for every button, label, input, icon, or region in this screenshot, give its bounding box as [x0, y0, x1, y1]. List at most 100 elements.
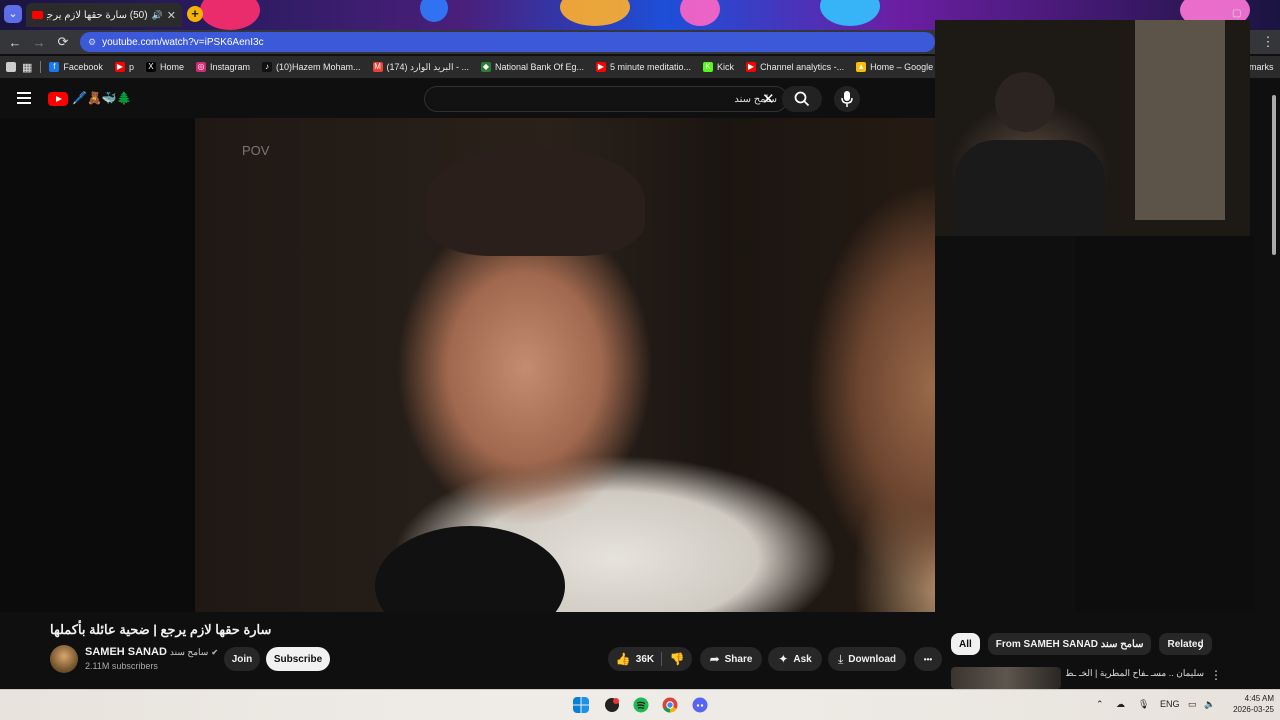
- chip-all[interactable]: All: [951, 633, 980, 655]
- taskbar-clock[interactable]: 4:45 AM 2026-03-25: [1224, 693, 1274, 715]
- search-button[interactable]: [782, 86, 822, 112]
- new-tab-button[interactable]: +: [187, 6, 203, 22]
- thumbs-up-icon: 👍: [615, 652, 631, 666]
- bookmark-item[interactable]: ◎ Instagram: [195, 62, 250, 72]
- divider: [40, 61, 42, 73]
- tray-overflow-icon[interactable]: ⌃: [1096, 699, 1104, 710]
- all-bookmarks-label[interactable]: marks: [1249, 62, 1274, 72]
- download-icon: ⤓: [837, 651, 844, 666]
- verified-icon: ✔: [211, 648, 219, 657]
- network-icon[interactable]: ☁: [1116, 699, 1125, 710]
- reload-button[interactable]: ⟳: [51, 34, 75, 50]
- url-text: youtube.com/watch?v=iPSK6AenI3c: [102, 36, 264, 48]
- bookmark-label: Channel analytics -...: [760, 62, 845, 72]
- bookmark-favicon-icon: ▶: [114, 62, 125, 72]
- start-menu-icon[interactable]: [573, 697, 589, 713]
- chip-related[interactable]: Related: [1159, 633, 1212, 655]
- voice-search-button[interactable]: [834, 86, 860, 112]
- forward-button[interactable]: →: [27, 35, 51, 50]
- back-button[interactable]: ←: [3, 35, 27, 50]
- volume-icon[interactable]: 🔈: [1204, 699, 1215, 710]
- bookmark-item[interactable]: ▶ Channel analytics -...: [746, 62, 844, 72]
- bookmark-label: Facebook: [63, 62, 103, 72]
- bookmark-favicon-icon: ▶: [746, 62, 757, 72]
- channel-name-arabic: سامح سند: [169, 647, 209, 657]
- more-actions-button[interactable]: •••: [914, 647, 942, 671]
- search-input[interactable]: سامح سند: [424, 86, 788, 112]
- active-tab[interactable]: (50) سارة حقها لازم يرجع | ضـ 🔊 ✕: [26, 3, 182, 27]
- bookmark-item[interactable]: M (174) البريد الوارد - ...: [372, 62, 469, 73]
- clock-date: 2026-03-25: [1233, 705, 1274, 714]
- filter-chips: All From SAMEH SANAD سامح سند Related: [951, 633, 1212, 655]
- bookmark-item[interactable]: X Home: [145, 62, 184, 72]
- display-icon[interactable]: ▭: [1188, 699, 1197, 710]
- share-label: Share: [724, 653, 753, 665]
- bookmark-favicon-icon: ▲: [856, 62, 867, 72]
- webcam-overlay: [935, 20, 1250, 236]
- chrome-icon[interactable]: [662, 697, 678, 713]
- tab-title: (50) سارة حقها لازم يرجع | ضـ: [47, 9, 148, 21]
- tab-close-icon[interactable]: ✕: [167, 9, 176, 22]
- microphone-tray-icon[interactable]: 🎙: [1138, 699, 1149, 710]
- subscribe-button[interactable]: Subscribe: [266, 647, 330, 671]
- download-button[interactable]: ⤓ Download: [828, 647, 906, 671]
- recommendation-title[interactable]: سليمان .. مسـ ـفاح المطرية | الخـ ـطر قا…: [1066, 668, 1204, 679]
- video-figure: [425, 146, 645, 256]
- clock-time: 4:45 AM: [1244, 694, 1274, 703]
- like-button[interactable]: 👍 36K: [608, 647, 662, 671]
- bookmark-label: p: [128, 62, 134, 72]
- channel-avatar[interactable]: [50, 645, 78, 673]
- ask-label: Ask: [793, 653, 812, 665]
- bookmark-item[interactable]: ▶ p: [114, 62, 134, 72]
- chip-from-channel[interactable]: From SAMEH SANAD سامح سند: [987, 633, 1152, 655]
- side-panel-icon[interactable]: [6, 62, 16, 72]
- tab-audio-icon[interactable]: 🔊: [152, 10, 163, 21]
- language-indicator[interactable]: ENG: [1160, 699, 1180, 709]
- dislike-button[interactable]: 👎: [662, 647, 692, 671]
- menu-icon[interactable]: [17, 92, 31, 107]
- webcam-door: [1135, 20, 1225, 220]
- wallpaper-blob: [200, 0, 260, 30]
- chevron-right-icon[interactable]: ›: [1198, 638, 1203, 654]
- youtube-logo-icon[interactable]: [48, 92, 68, 106]
- share-button[interactable]: ➦ Share: [700, 647, 762, 671]
- share-icon: ➦: [709, 652, 720, 666]
- bookmark-favicon-icon: ◆: [480, 62, 491, 72]
- app-icon[interactable]: [604, 697, 620, 713]
- bookmark-label: 5 minute meditatio...: [610, 62, 692, 72]
- browser-menu-icon[interactable]: ⋮: [1256, 34, 1280, 50]
- apps-grid-icon[interactable]: ▦: [22, 61, 32, 74]
- wallpaper-blob: [820, 0, 880, 26]
- bookmark-item[interactable]: f Facebook: [49, 62, 103, 72]
- wallpaper-blob: [420, 0, 448, 22]
- join-button[interactable]: Join: [224, 647, 260, 671]
- webcam-person-shirt: [955, 140, 1105, 236]
- channel-name[interactable]: SAMEH SANAD سامح سند ✔: [85, 646, 218, 658]
- microphone-icon: [841, 91, 853, 107]
- search-clear-icon[interactable]: ✕: [762, 90, 775, 108]
- bookmark-favicon-icon: M: [372, 62, 383, 72]
- discord-icon[interactable]: [692, 697, 708, 713]
- address-bar[interactable]: ⚙ youtube.com/watch?v=iPSK6AenI3c: [80, 32, 935, 52]
- windows-taskbar: ⌃ ☁ 🎙 ENG ▭ 🔈: [0, 689, 1280, 720]
- tab-search-button[interactable]: ⌄: [4, 5, 22, 23]
- page-scrollbar-thumb[interactable]: [1272, 95, 1276, 255]
- maximize-icon[interactable]: ▢: [1232, 8, 1241, 19]
- spotify-icon[interactable]: [633, 697, 649, 713]
- logo-doodle[interactable]: 🖊️🧸🐳🌲: [72, 91, 132, 105]
- sparkle-icon: ✦: [778, 652, 789, 666]
- site-info-icon[interactable]: ⚙: [88, 37, 96, 48]
- bookmark-favicon-icon: ♪: [262, 62, 272, 72]
- bookmark-item[interactable]: ▶ 5 minute meditatio...: [596, 62, 691, 72]
- bookmark-item[interactable]: K Kick: [703, 62, 734, 72]
- video-player[interactable]: POV: [0, 118, 935, 612]
- bookmark-favicon-icon: f: [49, 62, 60, 72]
- bookmark-item[interactable]: ◆ National Bank Of Eg...: [480, 62, 584, 72]
- recommendation-thumbnail[interactable]: [951, 667, 1061, 689]
- bookmark-item[interactable]: ♪ (10)Hazem Moham...: [262, 62, 361, 72]
- bookmark-label: (10)Hazem Moham...: [276, 62, 361, 72]
- recommendation-menu-icon[interactable]: ⋮: [1210, 668, 1222, 682]
- ask-button[interactable]: ✦ Ask: [768, 647, 822, 671]
- channel-name-text: SAMEH SANAD: [85, 646, 167, 658]
- wallpaper-blob: [560, 0, 630, 26]
